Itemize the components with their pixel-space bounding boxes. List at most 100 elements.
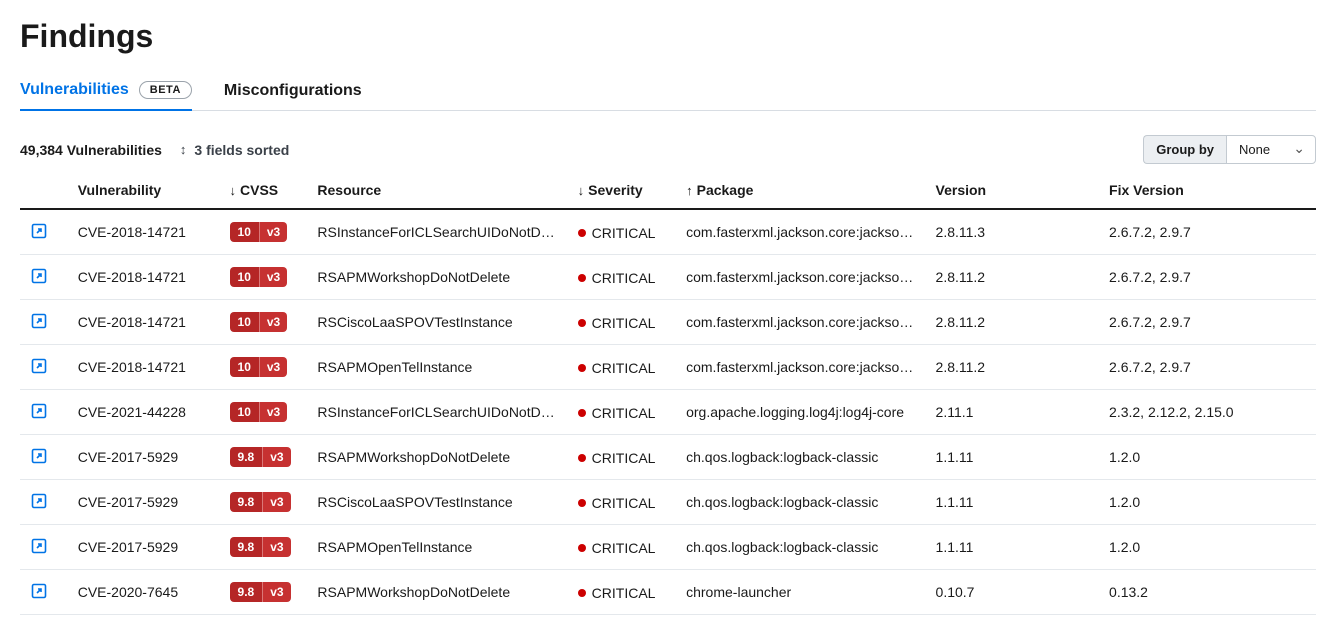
cell-resource: RSInstanceForICLSearchUIDoNotDele...: [307, 209, 567, 255]
table-row[interactable]: CVE-2018-14721 10 v3 RSAPMWorkshopDoNotD…: [20, 255, 1316, 300]
expand-icon[interactable]: [30, 267, 48, 285]
cell-vulnerability: CVE-2018-14721: [68, 300, 220, 345]
expand-icon[interactable]: [30, 402, 48, 420]
column-expand: [20, 174, 68, 209]
severity-dot-icon: [578, 589, 586, 597]
table-row[interactable]: CVE-2017-5929 9.8 v3 RSAPMWorkshopDoNotD…: [20, 435, 1316, 480]
expand-icon[interactable]: [30, 357, 48, 375]
severity-dot-icon: [578, 409, 586, 417]
cell-version: 1.1.11: [926, 435, 1100, 480]
table-row[interactable]: CVE-2018-14721 10 v3 RSInstanceForICLSea…: [20, 209, 1316, 255]
severity-dot-icon: [578, 364, 586, 372]
sort-icon: ↕: [180, 142, 187, 157]
column-package[interactable]: ↑Package: [676, 174, 925, 209]
sort-desc-icon: ↓: [578, 183, 585, 198]
cell-resource: RSAPMWorkshopDoNotDelete: [307, 435, 567, 480]
toolbar: 49,384 Vulnerabilities ↕ 3 fields sorted…: [20, 135, 1316, 164]
cell-resource: RSAPMOpenTelInstance: [307, 345, 567, 390]
cell-vulnerability: CVE-2017-5929: [68, 435, 220, 480]
cell-fix-version: 2.3.2, 2.12.2, 2.15.0: [1099, 390, 1316, 435]
cell-resource: RSCiscoLaaSPOVTestInstance: [307, 300, 567, 345]
cell-fix-version: 2.6.7.2, 2.9.7: [1099, 255, 1316, 300]
severity-badge: CRITICAL: [578, 450, 656, 466]
tab-vulnerabilities[interactable]: Vulnerabilities BETA: [20, 73, 192, 111]
expand-icon[interactable]: [30, 582, 48, 600]
table-row[interactable]: CVE-2020-7645 9.8 v3 RSAPMWorkshopDoNotD…: [20, 570, 1316, 615]
cell-vulnerability: CVE-2018-14721: [68, 255, 220, 300]
cvss-badge: 9.8 v3: [230, 537, 291, 557]
toolbar-left: 49,384 Vulnerabilities ↕ 3 fields sorted: [20, 142, 289, 158]
beta-badge: BETA: [139, 81, 192, 99]
column-vulnerability[interactable]: Vulnerability: [68, 174, 220, 209]
expand-icon[interactable]: [30, 447, 48, 465]
sort-desc-icon: ↓: [230, 183, 237, 198]
cell-version: 2.8.11.3: [926, 209, 1100, 255]
cell-vulnerability: CVE-2018-14721: [68, 345, 220, 390]
cell-package: ch.qos.logback:logback-classic: [676, 480, 925, 525]
table-row[interactable]: CVE-2017-5929 9.8 v3 RSCiscoLaaSPOVTestI…: [20, 480, 1316, 525]
cell-package: org.apache.logging.log4j:log4j-core: [676, 390, 925, 435]
tab-label: Misconfigurations: [224, 82, 362, 100]
cell-version: 2.8.11.2: [926, 300, 1100, 345]
tabs: Vulnerabilities BETA Misconfigurations: [20, 73, 1316, 111]
table-row[interactable]: CVE-2017-5929 9.8 v3 RSAPMOpenTelInstanc…: [20, 525, 1316, 570]
severity-badge: CRITICAL: [578, 405, 656, 421]
cell-package: com.fasterxml.jackson.core:jackson-...: [676, 209, 925, 255]
cell-fix-version: 1.2.0: [1099, 435, 1316, 480]
expand-icon[interactable]: [30, 222, 48, 240]
sort-asc-icon: ↑: [686, 183, 693, 198]
groupby-label: Group by: [1143, 135, 1226, 164]
cvss-badge: 10 v3: [230, 312, 288, 332]
severity-dot-icon: [578, 544, 586, 552]
column-resource[interactable]: Resource: [307, 174, 567, 209]
column-fix-version[interactable]: Fix Version: [1099, 174, 1316, 209]
cvss-badge: 10 v3: [230, 357, 288, 377]
findings-table: Vulnerability ↓CVSS Resource ↓Severity ↑…: [20, 174, 1316, 615]
column-severity[interactable]: ↓Severity: [568, 174, 676, 209]
cell-resource: RSAPMWorkshopDoNotDelete: [307, 570, 567, 615]
severity-badge: CRITICAL: [578, 360, 656, 376]
expand-icon[interactable]: [30, 492, 48, 510]
table-row[interactable]: CVE-2021-44228 10 v3 RSInstanceForICLSea…: [20, 390, 1316, 435]
cell-version: 2.8.11.2: [926, 255, 1100, 300]
cvss-badge: 10 v3: [230, 267, 288, 287]
cell-resource: RSAPMOpenTelInstance: [307, 525, 567, 570]
tab-misconfigurations[interactable]: Misconfigurations: [224, 74, 362, 110]
cell-fix-version: 1.2.0: [1099, 525, 1316, 570]
severity-badge: CRITICAL: [578, 315, 656, 331]
cell-fix-version: 2.6.7.2, 2.9.7: [1099, 209, 1316, 255]
page-title: Findings: [20, 18, 1316, 55]
cell-package: com.fasterxml.jackson.core:jackson-...: [676, 300, 925, 345]
cvss-badge: 10 v3: [230, 222, 288, 242]
severity-badge: CRITICAL: [578, 540, 656, 556]
cell-fix-version: 2.6.7.2, 2.9.7: [1099, 300, 1316, 345]
severity-dot-icon: [578, 319, 586, 327]
cell-resource: RSInstanceForICLSearchUIDoNotDele...: [307, 390, 567, 435]
cell-fix-version: 0.13.2: [1099, 570, 1316, 615]
groupby-select[interactable]: None: [1226, 135, 1316, 164]
tab-label: Vulnerabilities: [20, 81, 129, 99]
table-row[interactable]: CVE-2018-14721 10 v3 RSCiscoLaaSPOVTestI…: [20, 300, 1316, 345]
cell-fix-version: 1.2.0: [1099, 480, 1316, 525]
cell-version: 0.10.7: [926, 570, 1100, 615]
severity-badge: CRITICAL: [578, 495, 656, 511]
cell-version: 1.1.11: [926, 480, 1100, 525]
cell-package: ch.qos.logback:logback-classic: [676, 435, 925, 480]
cvss-badge: 9.8 v3: [230, 582, 291, 602]
cell-resource: RSCiscoLaaSPOVTestInstance: [307, 480, 567, 525]
severity-badge: CRITICAL: [578, 270, 656, 286]
cell-vulnerability: CVE-2018-14721: [68, 209, 220, 255]
column-version[interactable]: Version: [926, 174, 1100, 209]
cell-package: com.fasterxml.jackson.core:jackson-...: [676, 345, 925, 390]
severity-badge: CRITICAL: [578, 225, 656, 241]
severity-dot-icon: [578, 499, 586, 507]
expand-icon[interactable]: [30, 537, 48, 555]
column-cvss[interactable]: ↓CVSS: [220, 174, 308, 209]
cell-vulnerability: CVE-2017-5929: [68, 480, 220, 525]
sort-info[interactable]: ↕ 3 fields sorted: [180, 142, 289, 158]
cell-package: chrome-launcher: [676, 570, 925, 615]
expand-icon[interactable]: [30, 312, 48, 330]
toolbar-right: Group by None: [1143, 135, 1316, 164]
table-row[interactable]: CVE-2018-14721 10 v3 RSAPMOpenTelInstanc…: [20, 345, 1316, 390]
severity-badge: CRITICAL: [578, 585, 656, 601]
